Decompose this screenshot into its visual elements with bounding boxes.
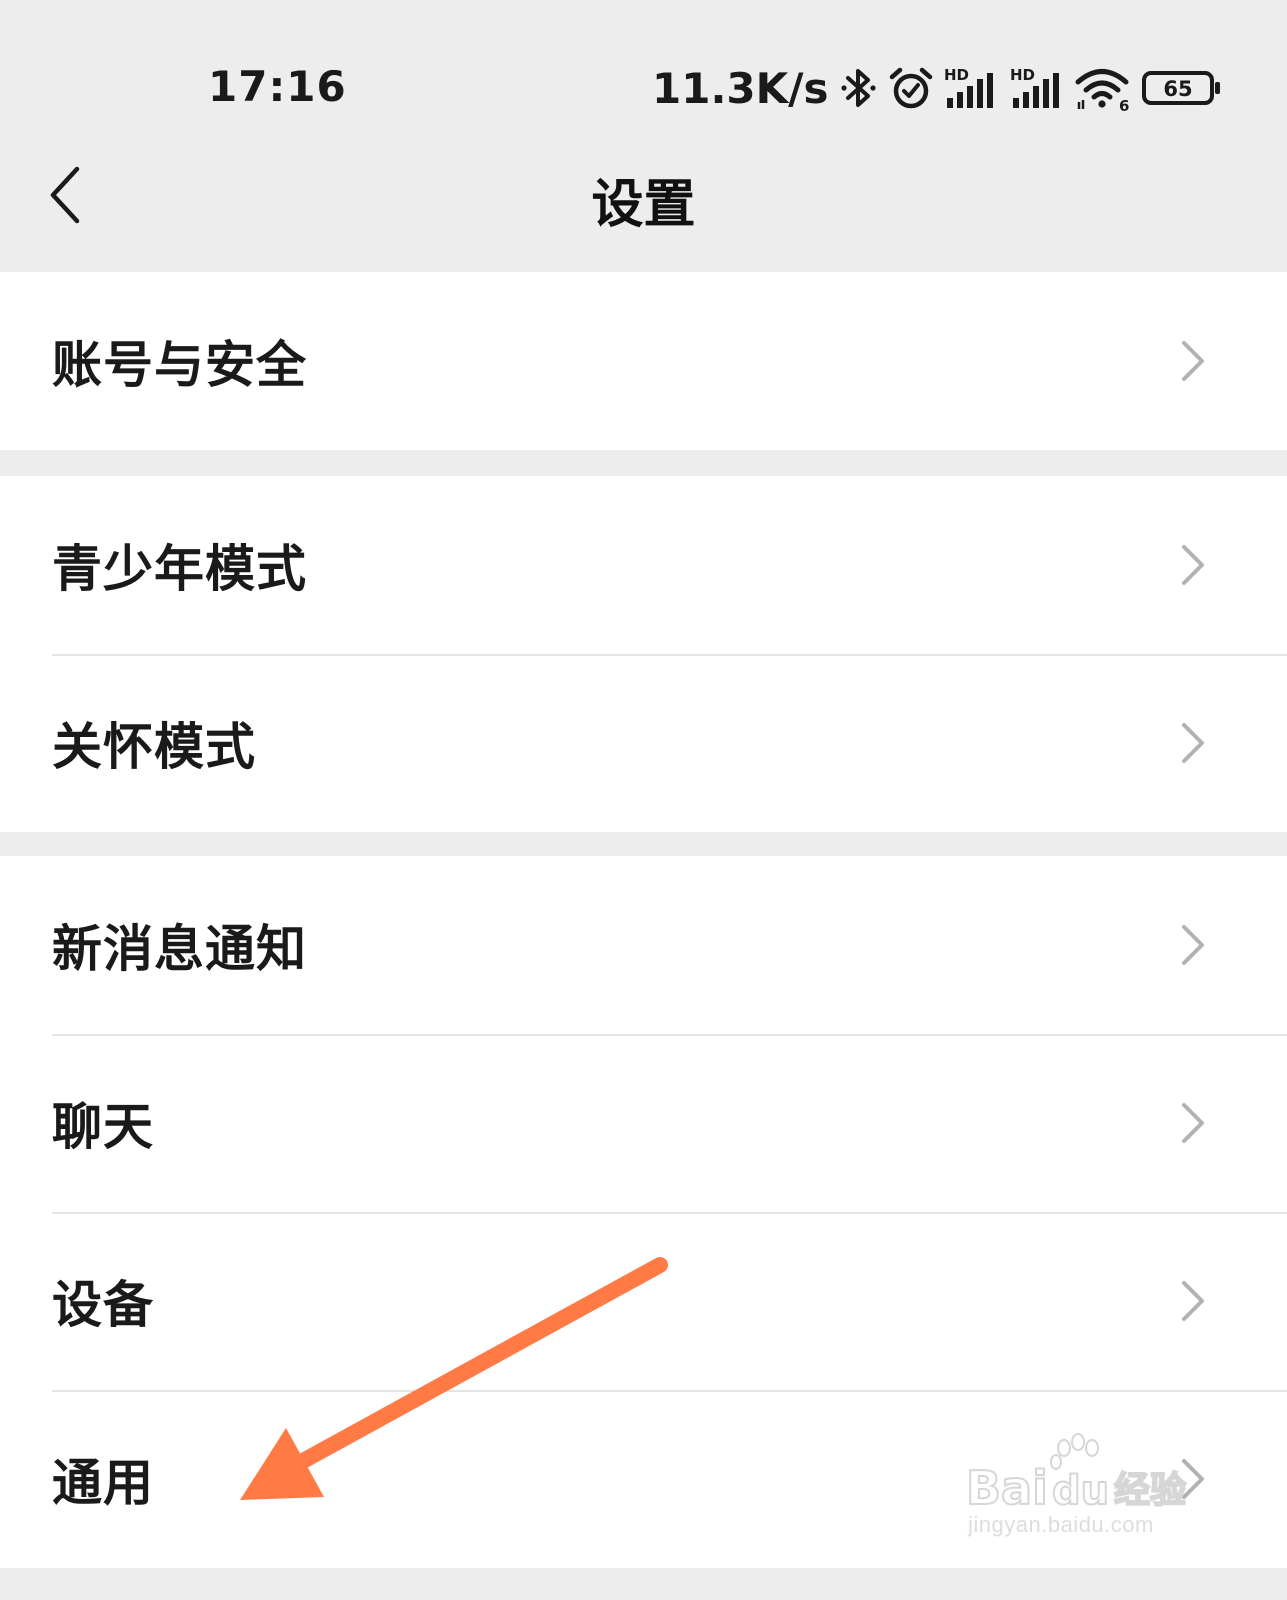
chevron-right-icon (1182, 545, 1204, 585)
settings-group-modes: 青少年模式 关怀模式 (0, 476, 1287, 832)
list-item-label: 聊天 (52, 1098, 154, 1156)
hd-signal-icon: HD (944, 66, 993, 108)
list-item-general[interactable]: 通用 (0, 1390, 1287, 1568)
chevron-right-icon (1182, 1281, 1204, 1321)
list-item-account-security[interactable]: 账号与安全 (0, 272, 1287, 450)
status-icons: 11.3K/s HD HD 6 65 (652, 60, 1221, 116)
list-item-chat[interactable]: 聊天 (0, 1034, 1287, 1212)
chevron-right-icon (1182, 723, 1204, 763)
list-item-devices[interactable]: 设备 (0, 1212, 1287, 1390)
svg-text:HD: HD (944, 66, 969, 84)
svg-text:HD: HD (1010, 66, 1035, 84)
hd-signal-icon: HD (1010, 66, 1059, 108)
list-item-label: 新消息通知 (52, 920, 307, 978)
svg-text:6: 6 (1119, 97, 1129, 112)
status-time: 17:16 (208, 62, 347, 111)
list-item-label: 青少年模式 (52, 540, 307, 598)
page-title: 设置 (591, 175, 696, 235)
nav-bar: 设置 (0, 140, 1287, 270)
list-item-label: 设备 (52, 1276, 154, 1334)
chevron-right-icon (1182, 925, 1204, 965)
alarm-icon (889, 67, 932, 109)
wifi-6-icon: 6 (1075, 69, 1129, 112)
chevron-right-icon (1182, 341, 1204, 381)
list-item-label: 账号与安全 (52, 336, 307, 394)
battery-icon: 65 (1141, 71, 1220, 105)
chevron-right-icon (1182, 1103, 1204, 1143)
settings-group-account: 账号与安全 (0, 272, 1287, 450)
list-item-teen-mode[interactable]: 青少年模式 (0, 476, 1287, 654)
settings-group-general: 新消息通知 聊天 设备 通用 (0, 856, 1287, 1568)
svg-text:65: 65 (1163, 77, 1192, 101)
list-item-care-mode[interactable]: 关怀模式 (0, 654, 1287, 832)
status-bar: 17:16 11.3K/s HD HD 6 65 (0, 0, 1287, 140)
list-item-notifications[interactable]: 新消息通知 (0, 856, 1287, 1034)
bluetooth-icon (840, 69, 876, 107)
chevron-right-icon (1182, 1459, 1204, 1499)
network-speed: 11.3K/s (652, 63, 829, 113)
list-item-label: 通用 (52, 1454, 154, 1512)
list-item-label: 关怀模式 (52, 718, 256, 776)
